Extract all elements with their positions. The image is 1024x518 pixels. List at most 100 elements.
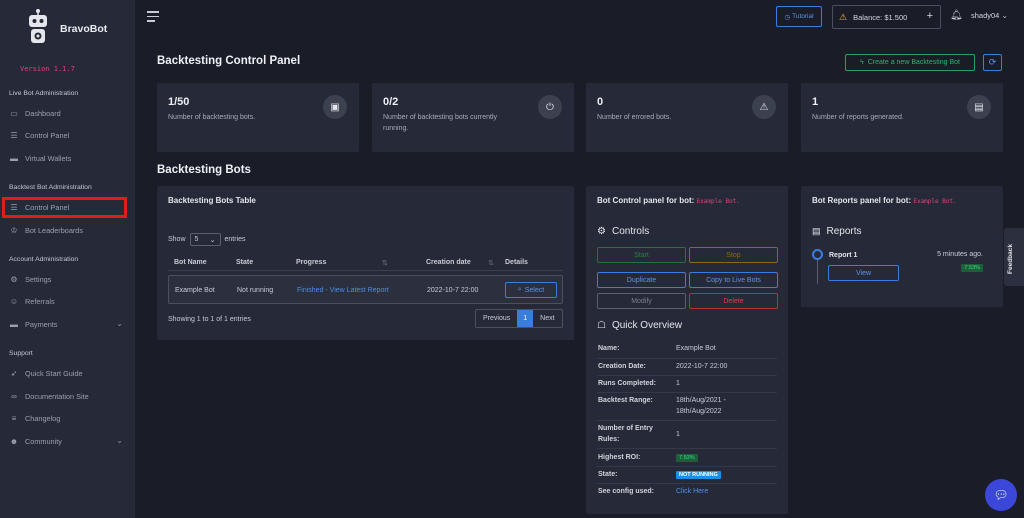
section-backtest-bot: Backtest Bot Administration [9,184,92,191]
stat-card-bots: 1/50 Number of backtesting bots. ▣ [157,83,359,152]
bolt-icon: ϟ [860,59,864,66]
overview-key: See config used: [598,488,655,495]
sidebar-item-changelog[interactable]: ≡ Changelog [9,410,127,426]
create-bot-button[interactable]: ϟ Create a new Backtesting Bot [845,54,975,71]
page-size-select[interactable]: 5 ⌄ [189,233,221,246]
overview-value: 1 [676,380,680,387]
column-header[interactable]: Creation date [426,259,471,266]
overview-value: Example Bot [676,345,716,352]
divider [597,483,777,484]
sidebar-item-live-control-panel[interactable]: ☰ Control Panel [9,127,127,143]
page-title: Backtesting Control Panel [157,55,301,67]
sidebar-item-dashboard[interactable]: ▭ Dashboard [9,105,127,121]
column-header[interactable]: State [236,259,253,266]
page-1-button[interactable]: 1 [517,310,534,327]
chevron-down-icon: ⌄ [116,319,123,328]
sort-icon[interactable]: ⇅ [382,259,388,267]
overview-value: NOT RUNNING [676,469,721,481]
sidebar-item-community[interactable]: ☻ Community ⌄ [9,433,127,449]
timeline-dot [812,249,823,260]
sidebar-item-settings[interactable]: ⚙ Settings [9,271,127,287]
sidebar: BravoBot Version 1.1.7 Live Bot Administ… [0,0,135,518]
robot-icon: ☖ [597,320,606,331]
state-badge: NOT RUNNING [676,471,721,479]
divider [597,420,777,421]
chevron-down-icon: ⌄ [116,436,123,445]
column-header[interactable]: Details [505,259,528,266]
user-gear-icon: ⚙ [10,274,18,284]
duplicate-button[interactable]: Duplicate [597,272,686,288]
sidebar-item-payments[interactable]: ▬ Payments ⌄ [9,316,127,332]
stat-label: Number of reports generated. [812,114,904,121]
next-button[interactable]: Next [533,310,561,327]
table-title: Backtesting Bots Table [168,196,256,205]
timeline-line [817,260,818,284]
version-label: Version 1.1.7 [20,65,75,73]
overview-value: 18th/Aug/2021 - 18th/Aug/2022 [676,397,726,415]
chat-icon[interactable]: 💬︎ [985,479,1017,511]
overview-value: 1 [676,431,680,438]
prev-button[interactable]: Previous [476,310,517,327]
sort-icon[interactable]: ⇅ [488,259,494,267]
tutorial-button[interactable]: ◷ Tutorial [776,6,822,27]
bot-name-code: Example Bot. [696,198,740,205]
report-name: Report 1 [829,252,858,259]
delete-button[interactable]: Delete [689,293,778,309]
warning-icon: ⚠ [839,11,848,22]
divider [597,392,777,393]
divider [168,270,563,271]
clock-icon: ◷ [784,13,791,21]
sidebar-item-quick-start[interactable]: ➶ Quick Start Guide [9,365,127,381]
overview-key: Number of Entry Rules: [598,425,653,443]
menu-toggle-icon[interactable] [147,11,159,22]
section-account: Account Administration [9,256,79,263]
plus-icon[interactable]: + [927,10,933,22]
section-live-bot: Live Bot Administration [9,90,79,97]
bot-name-code: Example Bot. [913,198,957,205]
stat-card-reports: 1 Number of reports generated. ▤ [801,83,1003,152]
control-title: Bot Control panel for bot: Example Bot. [597,196,740,205]
users-icon: ☺ [9,296,19,306]
bot-control-card: Bot Control panel for bot: Example Bot. … [586,186,788,514]
stop-button[interactable]: Stop [689,247,778,263]
overview-key: State: [598,471,618,478]
sidebar-item-referrals[interactable]: ☺ Referrals [9,293,127,309]
chip-icon: ▣ [323,95,347,119]
stat-value: 1/50 [168,96,190,108]
active-item-highlight [2,197,127,218]
modify-button[interactable]: Modify [597,293,686,309]
brand-name: BravoBot [60,23,108,35]
column-header[interactable]: Progress [296,259,326,266]
view-report-button[interactable]: View [828,265,899,281]
cell-date: 2022-10-7 22:00 [427,287,479,294]
page-size-control: Show 5 ⌄ entries [168,233,246,246]
sidebar-item-documentation[interactable]: ∞ Documentation Site [9,388,127,404]
chevron-down-icon: ⌄ [209,236,216,244]
config-link[interactable]: Click Here [676,486,708,497]
section-support: Support [9,350,33,357]
copy-to-live-button[interactable]: Copy to Live Bots [689,272,778,288]
refresh-button[interactable]: ⟳ [983,54,1002,71]
table-row[interactable]: Example Bot Not running Finished - View … [168,275,563,304]
sidebar-item-bot-leaderboards[interactable]: ♔ Bot Leaderboards [9,222,127,238]
feedback-tab[interactable]: Feedback [1004,228,1024,286]
power-icon: ⏻ [538,95,562,119]
entries-info: Showing 1 to 1 of 1 entries [168,316,251,323]
report-roi: 7.53% [961,262,983,272]
divider [597,466,777,467]
overview-key: Name: [598,345,620,352]
list-icon: ≡ [11,413,17,423]
monitor-icon: ▭ [10,108,18,118]
view-report-link[interactable]: Finished - View Latest Report [297,287,389,294]
sidebar-item-virtual-wallets[interactable]: ▬ Virtual Wallets [9,150,127,166]
user-menu[interactable]: shady04 ⌄ [971,11,1008,20]
select-button[interactable]: ⌕ Select [505,282,557,298]
balance-widget[interactable]: ⚠ Balance: $1.500 + [832,5,941,29]
brand[interactable]: BravoBot [26,9,107,47]
refresh-icon: ⟳ [988,57,997,67]
column-header[interactable]: Bot Name [174,259,207,266]
start-button[interactable]: Start [597,247,686,263]
sliders-icon: ☰ [10,130,18,140]
overview-key: Backtest Range: [598,397,653,404]
bell-icon[interactable]: 🔔︎ [950,10,963,21]
